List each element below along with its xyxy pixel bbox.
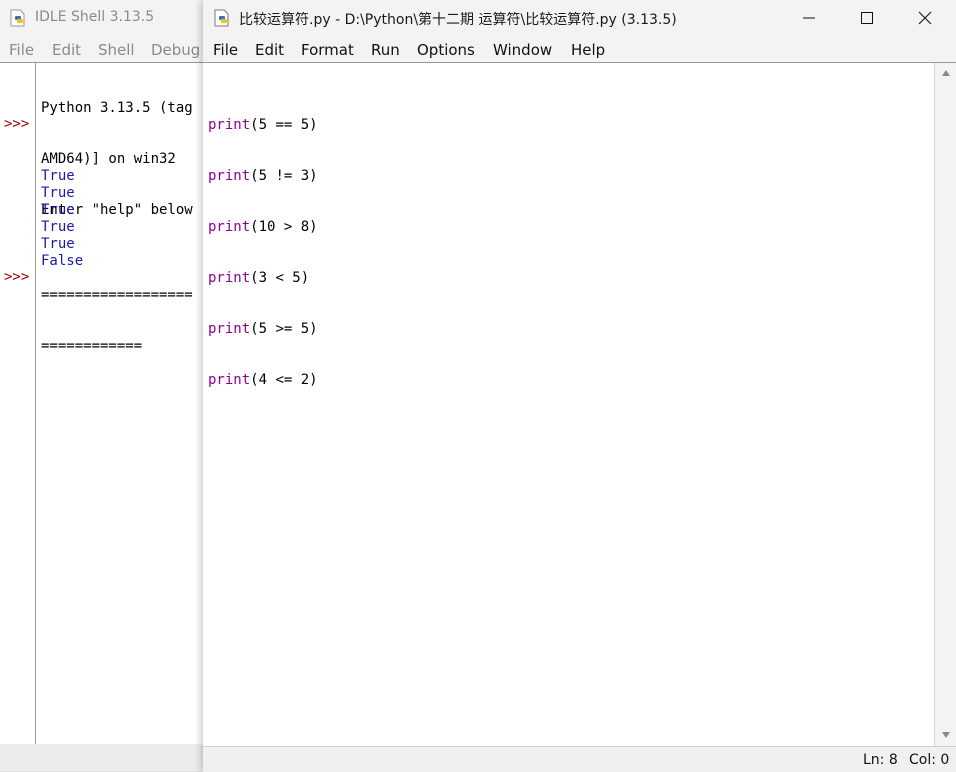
menu-run[interactable]: Run <box>371 41 400 59</box>
shell-line: Python 3.13.5 (tag <box>41 100 193 116</box>
keyword-print: print <box>208 321 251 337</box>
python-file-icon <box>10 9 25 27</box>
python-file-icon <box>214 9 229 27</box>
editor-titlebar[interactable]: 比较运算符.py - D:\Python\第十二期 运算符\比较运算符.py (… <box>203 0 956 36</box>
close-button[interactable] <box>896 0 954 36</box>
scroll-up-arrow-icon[interactable] <box>941 69 951 77</box>
vertical-scrollbar[interactable] <box>934 63 956 746</box>
code-editor[interactable]: print(5 == 5) print(5 != 3) print(10 > 8… <box>203 62 956 746</box>
shell-prompt: >>> <box>4 269 30 285</box>
menu-edit[interactable]: Edit <box>255 41 284 59</box>
code-line: print(4 <= 2) <box>208 372 318 389</box>
menu-help[interactable]: Help <box>571 41 605 59</box>
minimize-icon <box>803 17 815 19</box>
shell-output-line: True <box>41 236 75 252</box>
minimize-button[interactable] <box>780 0 838 36</box>
shell-status-bar <box>0 744 210 771</box>
shell-titlebar[interactable]: IDLE Shell 3.13.5 <box>0 0 210 36</box>
code-args: (3 < 5) <box>250 270 310 286</box>
code-line: print(5 != 3) <box>208 168 318 185</box>
shell-window-title: IDLE Shell 3.13.5 <box>35 9 155 25</box>
shell-menu-edit[interactable]: Edit <box>52 41 81 59</box>
code-line: print(10 > 8) <box>208 219 318 236</box>
shell-line: AMD64)] on win32 <box>41 151 176 167</box>
code-args: (5 >= 5) <box>250 321 318 337</box>
keyword-print: print <box>208 219 251 235</box>
shell-output-line: True <box>41 168 75 184</box>
shell-output-line: True <box>41 202 75 218</box>
code-args: (5 != 3) <box>250 168 318 184</box>
shell-output-line: False <box>41 253 84 269</box>
code-args: (4 <= 2) <box>250 372 318 388</box>
code-args: (5 == 5) <box>250 117 318 133</box>
shell-menu-debug[interactable]: Debug <box>151 41 200 59</box>
editor-menubar: File Edit Format Run Options Window Help <box>203 37 956 62</box>
menu-file[interactable]: File <box>213 41 238 59</box>
maximize-icon <box>861 12 873 24</box>
editor-window-title: 比较运算符.py - D:\Python\第十二期 运算符\比较运算符.py (… <box>239 12 677 28</box>
status-column-number: Col: 0 <box>909 752 950 768</box>
close-icon <box>918 11 932 25</box>
scroll-down-arrow-icon[interactable] <box>941 731 951 739</box>
shell-text-area[interactable]: >>> >>> Python 3.13.5 (tag AMD64)] on wi… <box>0 62 210 745</box>
status-bar: Ln: 8 Col: 0 <box>203 746 956 772</box>
shell-line: ============ <box>41 338 143 354</box>
menu-window[interactable]: Window <box>493 41 552 59</box>
shell-output-line: True <box>41 219 75 235</box>
shell-output-line: True <box>41 185 75 201</box>
idle-shell-window[interactable]: IDLE Shell 3.13.5 File Edit Shell Debug … <box>0 0 210 771</box>
keyword-print: print <box>208 168 251 184</box>
menu-format[interactable]: Format <box>301 41 354 59</box>
status-line-number: Ln: 8 <box>863 752 898 768</box>
code-line: print(3 < 5) <box>208 270 318 287</box>
keyword-print: print <box>208 270 251 286</box>
code-line: print(5 == 5) <box>208 117 318 134</box>
menu-options[interactable]: Options <box>417 41 475 59</box>
shell-menubar: File Edit Shell Debug <box>0 37 210 62</box>
shell-menu-file[interactable]: File <box>9 41 34 59</box>
editor-window[interactable]: 比较运算符.py - D:\Python\第十二期 运算符\比较运算符.py (… <box>203 0 956 772</box>
shell-prompt-gutter: >>> >>> <box>0 63 36 745</box>
code-line: print(5 >= 5) <box>208 321 318 338</box>
code-args: (10 > 8) <box>250 219 318 235</box>
shell-prompt: >>> <box>4 116 30 132</box>
keyword-print: print <box>208 372 251 388</box>
code-text[interactable]: print(5 == 5) print(5 != 3) print(10 > 8… <box>208 83 318 423</box>
shell-line: ================== <box>41 287 193 303</box>
maximize-button[interactable] <box>838 0 896 36</box>
keyword-print: print <box>208 117 251 133</box>
shell-menu-shell[interactable]: Shell <box>98 41 135 59</box>
